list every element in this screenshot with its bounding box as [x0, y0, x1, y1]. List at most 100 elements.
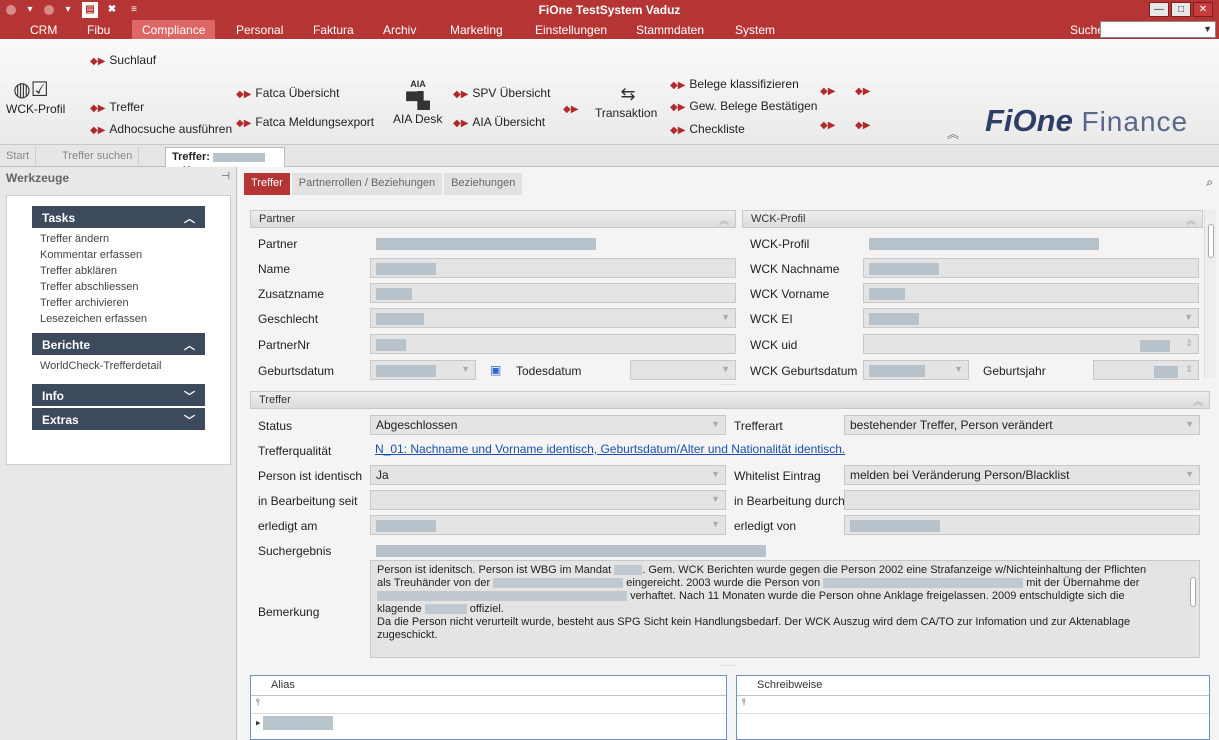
menu-compliance[interactable]: Compliance [132, 20, 216, 39]
wck-vorname-field[interactable] [863, 283, 1199, 303]
ribbon-arrow-button-3[interactable]: ◆▶ [855, 83, 874, 97]
menu-stammdaten[interactable]: Stammdaten [636, 23, 704, 37]
menu-faktura[interactable]: Faktura [313, 23, 354, 37]
chevron-down-icon[interactable]: ▼ [721, 312, 730, 322]
alias-grid[interactable]: Alias ⫯ ▸ [250, 675, 727, 740]
menu-archiv[interactable]: Archiv [383, 23, 416, 37]
tab-beziehungen[interactable]: Beziehungen [444, 173, 523, 195]
ribbon-arrow-button-5[interactable]: ◆▶ [855, 117, 874, 131]
task-lesezeichen-erfassen[interactable]: Lesezeichen erfassen [40, 311, 205, 327]
search-icon[interactable]: ⌕ [1206, 175, 1213, 190]
wck-geburtsdatum-field[interactable]: ▼ [863, 360, 969, 380]
partner-group-header[interactable]: Partner ︽ [250, 210, 736, 228]
schreibweise-filter-row[interactable]: ⫯ [737, 696, 1209, 714]
chevron-down-icon[interactable]: ▼ [721, 364, 730, 374]
bearbeitung-durch-field[interactable] [844, 490, 1200, 510]
spinner-icon[interactable]: ⇕ [1185, 338, 1193, 349]
task-treffer-abschliessen[interactable]: Treffer abschliessen [40, 279, 205, 295]
fatca-uebersicht-button[interactable]: ◆▶ Fatca Übersicht [236, 86, 339, 100]
chevron-up-icon[interactable]: ︿ [184, 210, 195, 226]
status-select[interactable]: Abgeschlossen ▼ [370, 415, 726, 435]
aia-uebersicht-button[interactable]: ◆▶ AIA Übersicht [453, 115, 545, 129]
ribbon-arrow-button-2[interactable]: ◆▶ [820, 83, 839, 97]
task-treffer-abklaeren[interactable]: Treffer abklären [40, 263, 205, 279]
bericht-worldcheck[interactable]: WorldCheck-Trefferdetail [40, 358, 205, 374]
chevron-down-icon[interactable]: ▼ [711, 494, 720, 504]
treffer-button[interactable]: ◆▶ Treffer [90, 100, 144, 114]
tab-treffer[interactable]: Treffer [244, 173, 290, 195]
chevron-down-icon[interactable]: ▼ [1203, 24, 1212, 34]
wck-ei-select[interactable]: ▼ [863, 308, 1199, 328]
menu-einstellungen[interactable]: Einstellungen [535, 23, 607, 37]
menu-system[interactable]: System [735, 23, 775, 37]
alias-column-header[interactable]: Alias [251, 676, 726, 696]
chevron-down-icon[interactable]: ▼ [711, 469, 720, 479]
chevron-down-icon[interactable]: ﹀ [184, 388, 195, 404]
section-berichte[interactable]: Berichte ︿ [32, 333, 205, 355]
geschlecht-select[interactable]: ▼ [370, 308, 736, 328]
wck-nachname-field[interactable] [863, 258, 1199, 278]
wck-group-header[interactable]: WCK-Profil ︽ [742, 210, 1203, 228]
trefferart-select[interactable]: bestehender Treffer, Person verändert ▼ [844, 415, 1200, 435]
chevron-down-icon[interactable]: ▼ [1185, 469, 1194, 479]
minimize-button[interactable]: — [1149, 2, 1169, 17]
tab-treffer-suchen[interactable]: Treffer suchen [56, 147, 140, 167]
adhocsuche-button[interactable]: ◆▶ Adhocsuche ausführen [90, 122, 232, 136]
task-kommentar-erfassen[interactable]: Kommentar erfassen [40, 247, 205, 263]
person-identisch-select[interactable]: Ja ▼ [370, 465, 726, 485]
schreibweise-grid[interactable]: Schreibweise ⫯ [736, 675, 1210, 740]
whitelist-select[interactable]: melden bei Veränderung Person/Blacklist ▼ [844, 465, 1200, 485]
bemerkung-textarea[interactable]: Person ist idenitsch. Person ist WBG im … [370, 560, 1200, 658]
task-treffer-aendern[interactable]: Treffer ändern [40, 231, 205, 247]
maximize-button[interactable]: □ [1171, 2, 1191, 17]
tab-partnerrollen[interactable]: Partnerrollen / Beziehungen [291, 173, 443, 195]
menu-marketing[interactable]: Marketing [450, 23, 503, 37]
chevron-down-icon[interactable]: ▼ [461, 364, 470, 374]
menu-crm[interactable]: CRM [30, 23, 57, 37]
checkliste-button[interactable]: ◆▶ Checkliste [670, 122, 745, 136]
section-extras[interactable]: Extras ﹀ [32, 408, 205, 430]
upper-scrollbar[interactable] [1204, 210, 1216, 378]
wck-profil-button[interactable]: ◍☑ WCK-Profil [6, 77, 65, 116]
menu-personal[interactable]: Personal [236, 23, 283, 37]
aia-desk-button[interactable]: AIA ▀▙ AIA Desk [393, 79, 443, 126]
alias-filter-row[interactable]: ⫯ [251, 696, 726, 714]
close-button[interactable]: ✕ [1193, 2, 1213, 17]
trefferqualitaet-link[interactable]: N_01: Nachname und Vorname identisch, Ge… [375, 442, 845, 456]
task-treffer-archivieren[interactable]: Treffer archivieren [40, 295, 205, 311]
section-info[interactable]: Info ﹀ [32, 384, 205, 406]
chevron-down-icon[interactable]: ▼ [1184, 312, 1193, 322]
calendar-checkbox-icon[interactable]: ▣ [490, 363, 501, 377]
chevron-up-icon[interactable]: ︿ [184, 337, 195, 353]
erledigt-von-field[interactable] [844, 515, 1200, 535]
ribbon-arrow-button-1[interactable]: ◆▶ [563, 101, 582, 115]
splitter-handle-2[interactable]: ······ [708, 661, 748, 670]
collapse-icon[interactable]: ︽ [1186, 212, 1196, 227]
name-field[interactable] [370, 258, 736, 278]
collapse-icon[interactable]: ︽ [1193, 393, 1203, 408]
chevron-down-icon[interactable]: ﹀ [184, 412, 195, 428]
belege-klassifizieren-button[interactable]: ◆▶ Belege klassifizieren [670, 77, 799, 91]
search-input[interactable]: ▼ [1100, 21, 1216, 38]
ribbon-arrow-button-4[interactable]: ◆▶ [820, 117, 839, 131]
chevron-down-icon[interactable]: ▼ [1185, 419, 1194, 429]
gew-belege-button[interactable]: ◆▶ Gew. Belege Bestätigen [670, 99, 817, 113]
table-row[interactable]: ▸ [251, 714, 726, 734]
treffer-group-header[interactable]: Treffer ︽ [250, 391, 1210, 409]
section-tasks[interactable]: Tasks ︿ [32, 206, 205, 228]
pin-icon[interactable]: ⊣ [221, 171, 230, 182]
wck-uid-field[interactable]: ⇕ [863, 334, 1199, 354]
splitter-handle[interactable]: ······ [708, 380, 748, 389]
zusatzname-field[interactable] [370, 283, 736, 303]
spv-uebersicht-button[interactable]: ◆▶ SPV Übersicht [453, 86, 550, 100]
partnernr-field[interactable] [370, 334, 736, 354]
collapse-icon[interactable]: ︽ [719, 212, 729, 227]
bearbeitung-seit-field[interactable]: ▼ [370, 490, 726, 510]
geburtsjahr-field[interactable]: ⇕ [1093, 360, 1199, 380]
geburtsdatum-field[interactable]: ▼ [370, 360, 476, 380]
schreibweise-column-header[interactable]: Schreibweise [737, 676, 1209, 696]
suchlauf-button[interactable]: ◆▶ Suchlauf [90, 53, 156, 67]
tab-start[interactable]: Start [0, 147, 37, 167]
todesdatum-field[interactable]: ▼ [630, 360, 736, 380]
chevron-down-icon[interactable]: ▼ [711, 519, 720, 529]
